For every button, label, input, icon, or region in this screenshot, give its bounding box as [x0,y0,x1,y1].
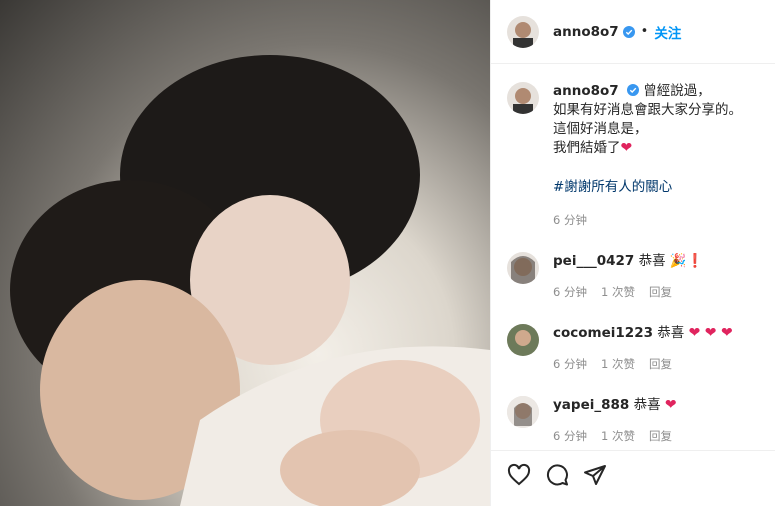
post-image [10,55,490,506]
comment-emojis: 🎉❗ [669,253,704,269]
comment-icon[interactable] [545,463,569,487]
post-panel: anno8o7 • 关注 anno8o7 曾經說過， 如果有好消息會跟大家分享的… [490,0,775,506]
comment-username[interactable]: yapei_888 [553,397,629,413]
caption-line: 這個好消息是， [553,121,648,137]
commenter-avatar[interactable] [507,252,539,284]
caption-time[interactable]: 6 分钟 [553,211,587,230]
caption-line: 如果有好消息會跟大家分享的。 [553,102,742,118]
post-photo[interactable] [0,0,490,506]
share-icon[interactable] [583,463,607,487]
comment-item: yapei_888 恭喜 ❤ 6 分钟 1 次赞 回复 [507,396,759,446]
comment-time[interactable]: 6 分钟 [553,283,587,302]
comment-item: cocomei1223 恭喜 ❤ ❤ ❤ 6 分钟 1 次赞 回复 [507,324,759,374]
heart-icon[interactable] [507,463,531,487]
commenter-avatar[interactable] [507,324,539,356]
reply-button[interactable]: 回复 [649,283,672,302]
reply-button[interactable]: 回复 [649,355,672,374]
comment-text: 恭喜 [633,397,661,413]
comment-text: 恭喜 [638,253,666,269]
comment-emojis: ❤ [664,397,677,413]
comments-list: anno8o7 曾經說過， 如果有好消息會跟大家分享的。 這個好消息是， 我們結… [491,64,775,446]
caption-line: 曾經說過， [643,83,711,99]
comment-emojis: ❤ ❤ ❤ [688,325,733,341]
comment-time[interactable]: 6 分钟 [553,427,587,446]
comment-username[interactable]: cocomei1223 [553,325,653,341]
heart-emoji-icon: ❤ [620,140,633,156]
comment-likes[interactable]: 1 次赞 [601,283,635,302]
verified-icon [626,84,639,96]
follow-button[interactable]: 关注 [654,22,681,42]
separator-dot: • [640,24,649,39]
commenter-avatar[interactable] [507,396,539,428]
caption-username[interactable]: anno8o7 [553,83,619,99]
comment-time[interactable]: 6 分钟 [553,355,587,374]
comment-username[interactable]: pei___0427 [553,253,634,269]
comment-likes[interactable]: 1 次赞 [601,355,635,374]
profile-avatar[interactable] [507,15,539,48]
comment-likes[interactable]: 1 次赞 [601,427,635,446]
hashtag-link[interactable]: #謝謝所有人的關心 [553,178,742,197]
comment-text: 恭喜 [657,325,685,341]
caption-line: 我們結婚了 [553,140,621,156]
verified-icon [622,25,635,38]
post-actions [491,450,775,506]
comment-item: pei___0427 恭喜 🎉❗ 6 分钟 1 次赞 回复 [507,252,759,302]
caption: anno8o7 曾經說過， 如果有好消息會跟大家分享的。 這個好消息是， 我們結… [507,82,759,230]
post-username[interactable]: anno8o7 [553,24,619,40]
reply-button[interactable]: 回复 [649,427,672,446]
caption-avatar[interactable] [507,82,539,114]
post-header: anno8o7 • 关注 [491,0,775,64]
